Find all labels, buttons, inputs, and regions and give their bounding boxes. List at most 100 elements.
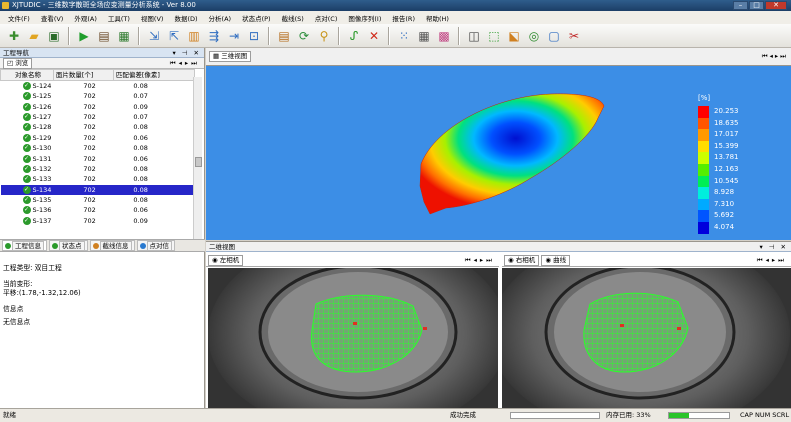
left-nav-arrows[interactable]: ⏮◂▸⏭ xyxy=(465,255,495,266)
check-icon[interactable]: ✓ xyxy=(22,185,31,194)
run-icon[interactable]: ▶ xyxy=(76,28,92,44)
menu-image-sequence[interactable]: 图像序列(I) xyxy=(348,13,381,23)
table-row[interactable]: ✓ S-129 702 0.06 xyxy=(1,133,195,143)
sequence-icon[interactable]: ⇶ xyxy=(206,28,222,44)
col-facet-count[interactable]: 面片数量[个] xyxy=(52,69,114,81)
menu-report[interactable]: 报告(R) xyxy=(392,13,415,23)
open-icon[interactable]: ▰ xyxy=(26,28,42,44)
check-icon[interactable]: ✓ xyxy=(22,164,31,173)
menu-views[interactable]: 视图(V) xyxy=(141,13,164,23)
status-ready: 就绪 xyxy=(3,411,16,419)
table-row[interactable]: ✓ S-137 702 0.09 xyxy=(1,216,195,226)
menu-file[interactable]: 文件(F) xyxy=(8,13,30,23)
check-icon[interactable]: ✓ xyxy=(22,196,31,205)
tab-nav-arrows[interactable]: ⏮◂▸⏭ xyxy=(170,58,200,69)
right-nav-arrows[interactable]: ⏮◂▸⏭ xyxy=(757,255,787,266)
menu-analysis[interactable]: 分析(A) xyxy=(209,13,232,23)
check-icon[interactable]: ✓ xyxy=(22,175,31,184)
row-name: S-131 xyxy=(32,154,52,163)
color-map-icon[interactable]: ▩ xyxy=(436,28,452,44)
table-row[interactable]: ✓ S-130 702 0.08 xyxy=(1,143,195,153)
translation-value: 平移:(1.78,-1.32,12.06) xyxy=(3,289,81,297)
col-match-deviation[interactable]: 匹配偏差[像素] xyxy=(112,69,196,81)
row-count: 702 xyxy=(83,92,96,101)
table-row[interactable]: ✓ S-131 702 0.06 xyxy=(1,153,195,163)
export-icon[interactable]: ⇱ xyxy=(166,28,182,44)
fit-icon[interactable]: ⊡ xyxy=(246,28,262,44)
tab-section-info[interactable]: 截线信息 xyxy=(89,240,135,251)
tab-state-point[interactable]: 状态点 xyxy=(49,240,88,251)
panel-controls[interactable]: ▾ ⊣ ✕ xyxy=(172,48,201,58)
browse-tab[interactable]: ◰ 浏览 xyxy=(3,58,33,69)
cut-icon[interactable]: ✂ xyxy=(566,28,582,44)
memory-bar xyxy=(668,412,730,419)
table-row[interactable]: ✓ S-136 702 0.06 xyxy=(1,205,195,215)
table-row[interactable]: ✓ S-124 702 0.08 xyxy=(1,81,195,92)
check-icon[interactable]: ✓ xyxy=(22,206,31,215)
menu-state-point[interactable]: 状态点(P) xyxy=(242,13,271,23)
report-icon[interactable]: ▤ xyxy=(276,28,292,44)
view3d-nav-arrows[interactable]: ⏮◂▸⏭ xyxy=(762,48,788,65)
search-icon[interactable]: ⚲ xyxy=(316,28,332,44)
import-icon[interactable]: ⇲ xyxy=(146,28,162,44)
delete-icon[interactable]: ✕ xyxy=(366,28,382,44)
check-icon[interactable]: ✓ xyxy=(22,112,31,121)
check-icon[interactable]: ✓ xyxy=(22,82,31,90)
col-object-name[interactable]: 对象名称 xyxy=(0,69,54,81)
left-camera-image[interactable] xyxy=(208,268,498,408)
close-button[interactable]: ✕ xyxy=(765,1,787,10)
check-icon[interactable]: ✓ xyxy=(22,92,31,101)
vector-icon[interactable]: ⬚ xyxy=(486,28,502,44)
table-row[interactable]: ✓ S-128 702 0.08 xyxy=(1,122,195,132)
menu-tools[interactable]: 工具(T) xyxy=(108,13,130,23)
grid-icon[interactable]: ⁙ xyxy=(396,28,412,44)
clipboard-icon[interactable]: ▢ xyxy=(546,28,562,44)
tab-project-info[interactable]: 工程信息 xyxy=(2,240,47,251)
menu-help[interactable]: 帮助(H) xyxy=(426,13,449,23)
scrollbar-thumb[interactable] xyxy=(195,157,202,167)
tab-view3d[interactable]: ▦ 三维视图 xyxy=(209,51,252,62)
refresh-icon[interactable]: ⟳ xyxy=(296,28,312,44)
menu-point-pair[interactable]: 点对(C) xyxy=(315,13,338,23)
table-icon[interactable]: ▦ xyxy=(416,28,432,44)
check-icon[interactable]: ✓ xyxy=(22,102,31,111)
save-icon[interactable]: ▣ xyxy=(46,28,62,44)
menu-data[interactable]: 数据(D) xyxy=(174,13,197,23)
table-row[interactable]: ✓ S-135 702 0.08 xyxy=(1,195,195,205)
table-row[interactable]: ✓ S-132 702 0.08 xyxy=(1,164,195,174)
check-icon[interactable]: ✓ xyxy=(22,144,31,153)
strain-icon[interactable]: ⬕ xyxy=(506,28,522,44)
point-icon[interactable]: ⇥ xyxy=(226,28,242,44)
right-camera-image[interactable] xyxy=(502,268,791,408)
menu-appearance[interactable]: 外观(A) xyxy=(74,13,97,23)
view3d-canvas[interactable]: [%] 20.253 18.635 17.017 15.399 13.781 1… xyxy=(206,66,791,240)
check-icon[interactable]: ✓ xyxy=(22,123,31,132)
maximize-button[interactable]: □ xyxy=(749,1,764,10)
section-icon xyxy=(92,243,99,249)
minimize-button[interactable]: – xyxy=(733,1,748,10)
table-row[interactable]: ✓ S-133 702 0.08 xyxy=(1,174,195,184)
table-row[interactable]: ✓ S-126 702 0.09 xyxy=(1,101,195,111)
curve-icon[interactable]: ᔑ xyxy=(346,28,362,44)
stage-icon[interactable]: ▥ xyxy=(186,28,202,44)
table-row[interactable]: ✓ S-125 702 0.07 xyxy=(1,91,195,101)
calculate-icon[interactable]: ▤ xyxy=(96,28,112,44)
check-icon[interactable]: ✓ xyxy=(22,154,31,163)
view2d-panel-controls[interactable]: ▾ ⊣ ✕ xyxy=(759,242,788,252)
target-icon[interactable]: ◎ xyxy=(526,28,542,44)
table-scrollbar[interactable] xyxy=(193,77,202,241)
new-icon[interactable]: ✚ xyxy=(6,28,22,44)
cube-icon[interactable]: ◫ xyxy=(466,28,482,44)
table-row-selected[interactable]: ✓ S-134 702 0.08 xyxy=(0,184,195,195)
check-icon[interactable]: ✓ xyxy=(22,133,31,142)
tab-left-camera[interactable]: ◉ 左相机 xyxy=(208,255,244,266)
menu-section[interactable]: 截线(S) xyxy=(282,13,304,23)
menu-view[interactable]: 查看(V) xyxy=(41,13,64,23)
tab-right-camera[interactable]: ◉ 右相机 xyxy=(504,255,540,266)
check-icon[interactable]: ✓ xyxy=(22,216,31,225)
tab-curve[interactable]: ◉ 曲线 xyxy=(541,255,571,266)
display-icon[interactable]: ▦ xyxy=(116,28,132,44)
tab-point-pair[interactable]: 点对信 xyxy=(136,240,175,251)
no-info-point: 无信息点 xyxy=(3,318,31,326)
table-row[interactable]: ✓ S-127 702 0.07 xyxy=(1,112,195,122)
